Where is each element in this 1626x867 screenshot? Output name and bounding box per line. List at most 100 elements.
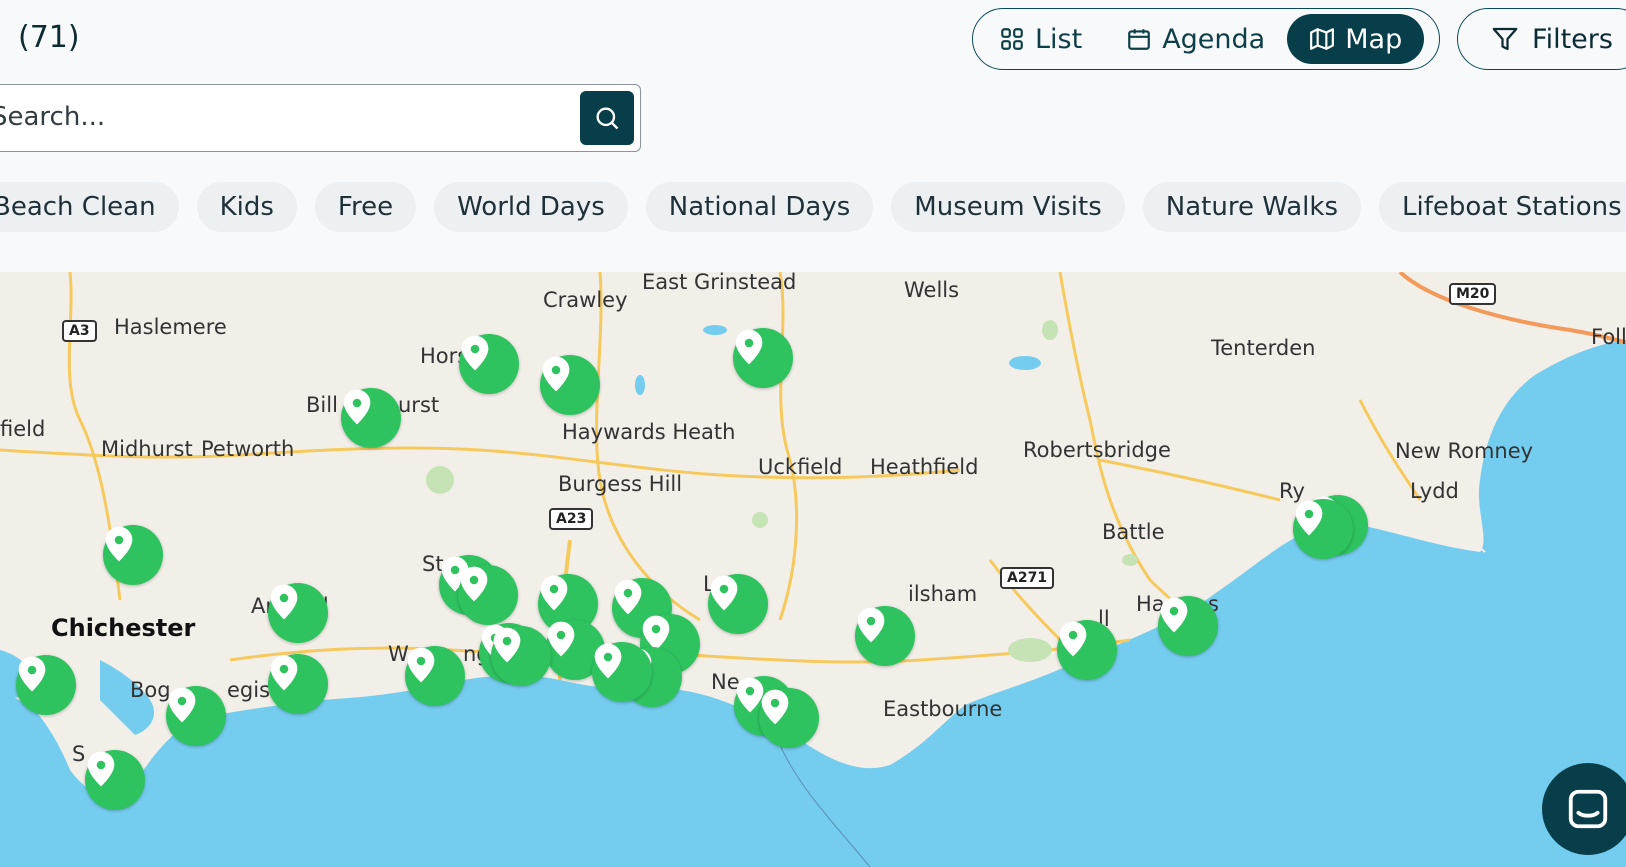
map-pin[interactable]	[1158, 596, 1218, 656]
location-pin-icon	[735, 329, 763, 365]
view-list-button[interactable]: List	[977, 14, 1104, 64]
filters-button[interactable]: Filters	[1457, 8, 1626, 70]
map-label: Foll	[1591, 325, 1626, 349]
location-pin-icon	[1160, 597, 1188, 633]
chip-nature-walks[interactable]: Nature Walks	[1142, 182, 1362, 232]
map-label: Haslemere	[114, 315, 227, 339]
chip-lifeboat-stations[interactable]: Lifeboat Stations	[1379, 182, 1626, 232]
location-pin-icon	[761, 689, 789, 725]
calendar-icon	[1128, 29, 1151, 50]
view-toggle: List Agenda Map	[972, 8, 1440, 70]
search-input[interactable]	[0, 85, 561, 149]
map-icon	[1310, 28, 1335, 50]
map-pin[interactable]	[855, 606, 915, 666]
location-pin-icon	[460, 566, 488, 602]
location-pin-icon	[343, 389, 371, 425]
map-label: Bog	[130, 678, 171, 702]
location-pin-icon	[270, 655, 298, 691]
chip-world-days[interactable]: World Days	[434, 182, 628, 232]
search-icon	[596, 107, 619, 130]
chip-national-days[interactable]: National Days	[645, 182, 874, 232]
map-pin[interactable]	[341, 388, 401, 448]
map-label: Haywards Heath	[562, 420, 736, 444]
location-pin-icon	[540, 575, 568, 611]
map-label: Crawley	[543, 288, 628, 312]
map-pin[interactable]	[733, 328, 793, 388]
location-pin-icon	[270, 584, 298, 620]
map-label: Robertsbridge	[1023, 438, 1171, 462]
map-view[interactable]: East Grinstead Wells Crawley Haslemere H…	[0, 272, 1626, 867]
map-label: Tenterden	[1211, 336, 1316, 360]
map-label: S	[72, 742, 86, 766]
chip-kids[interactable]: Kids	[196, 182, 297, 232]
map-label: East Grinstead	[642, 272, 797, 294]
location-pin-icon	[710, 575, 738, 611]
results-count: (71)	[18, 20, 80, 55]
map-pin[interactable]	[1293, 499, 1353, 559]
map-label: New Romney	[1395, 439, 1534, 463]
view-agenda-button[interactable]: Agenda	[1104, 14, 1287, 64]
map-pin[interactable]	[458, 565, 518, 625]
map-pin[interactable]	[592, 642, 652, 702]
filter-icon	[1492, 27, 1518, 51]
location-pin-icon	[105, 526, 133, 562]
map-label: Battle	[1102, 520, 1165, 544]
map-pin[interactable]	[491, 626, 551, 686]
location-pin-icon	[168, 687, 196, 723]
location-pin-icon	[493, 627, 521, 663]
map-label: Uckfield	[758, 455, 843, 479]
chat-launcher-button[interactable]	[1542, 763, 1626, 855]
map-base	[0, 272, 1626, 867]
map-label: Bill	[306, 393, 338, 417]
road-shield: A271	[1000, 567, 1055, 589]
map-label: Heathfield	[870, 455, 979, 479]
map-pin[interactable]	[166, 686, 226, 746]
map-label: Midhurst	[101, 437, 193, 461]
location-pin-icon	[857, 607, 885, 643]
location-pin-icon	[87, 751, 115, 787]
map-label: Lydd	[1410, 479, 1459, 503]
map-pin[interactable]	[85, 750, 145, 810]
road-shield: M20	[1449, 283, 1497, 305]
location-pin-icon	[461, 335, 489, 371]
grid-icon	[1001, 28, 1023, 50]
chip-museum-visits[interactable]: Museum Visits	[891, 182, 1125, 232]
road-shield: A23	[549, 508, 594, 530]
map-label: ilsham	[908, 582, 978, 606]
category-chips: Beach Clean Kids Free World Days Nationa…	[0, 182, 1626, 232]
chat-icon	[1568, 789, 1608, 829]
map-pin[interactable]	[268, 583, 328, 643]
map-label: Chichester	[51, 614, 196, 642]
filters-label: Filters	[1532, 23, 1613, 55]
map-pin[interactable]	[1057, 620, 1117, 680]
view-map-label: Map	[1345, 23, 1403, 55]
map-pin[interactable]	[405, 646, 465, 706]
chip-free[interactable]: Free	[314, 182, 417, 232]
chip-beach-clean[interactable]: Beach Clean	[0, 182, 179, 232]
road-shield: A3	[62, 320, 97, 342]
map-pin[interactable]	[16, 655, 76, 715]
search-button[interactable]	[580, 91, 634, 145]
map-pin[interactable]	[708, 574, 768, 634]
map-pin[interactable]	[459, 334, 519, 394]
map-label: Eastbourne	[883, 697, 1003, 721]
location-pin-icon	[542, 356, 570, 392]
map-pin[interactable]	[759, 688, 819, 748]
map-label: egis	[227, 678, 271, 702]
map-pin[interactable]	[540, 355, 600, 415]
location-pin-icon	[18, 656, 46, 692]
search-box	[0, 84, 641, 152]
location-pin-icon	[1059, 621, 1087, 657]
view-agenda-label: Agenda	[1162, 23, 1266, 55]
location-pin-icon	[1295, 500, 1323, 536]
view-map-button[interactable]: Map	[1287, 14, 1425, 64]
map-label: urst	[398, 393, 440, 417]
map-pin[interactable]	[268, 654, 328, 714]
toolbar: (71) List Agenda Map Filters Beach Clean…	[0, 0, 1626, 272]
map-label: field	[0, 417, 46, 441]
location-pin-icon	[614, 579, 642, 615]
map-label: Wells	[904, 278, 960, 302]
view-list-label: List	[1035, 23, 1083, 55]
map-pin[interactable]	[103, 525, 163, 585]
location-pin-icon	[594, 643, 622, 679]
